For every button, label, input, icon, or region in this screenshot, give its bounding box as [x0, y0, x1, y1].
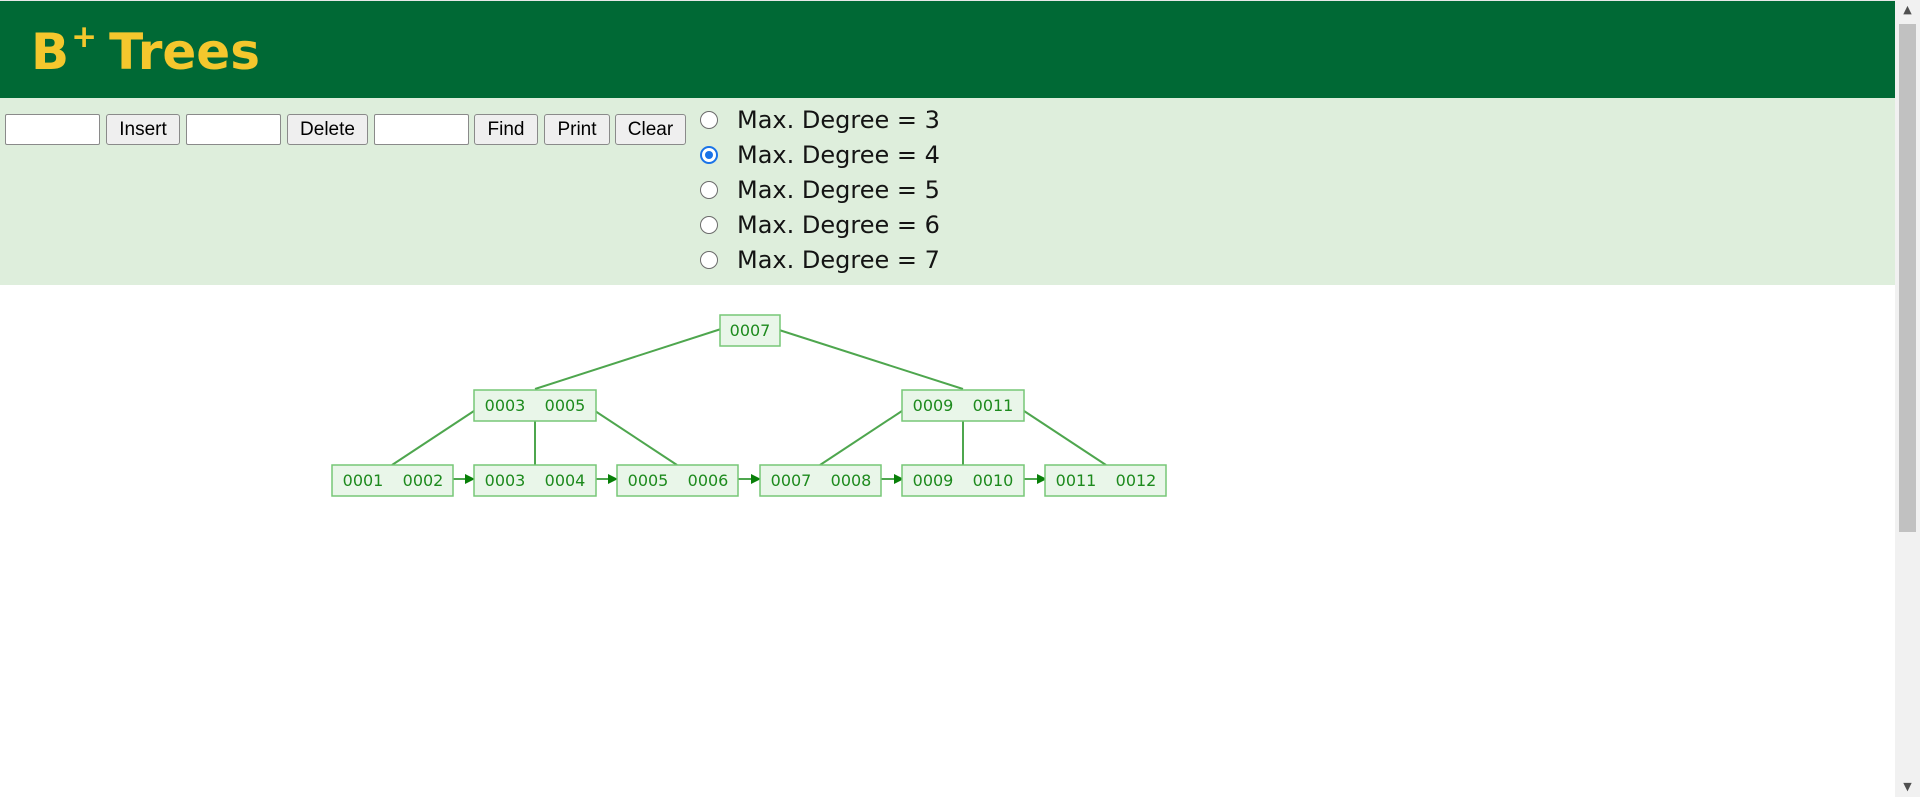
node-key: 0003: [485, 396, 526, 415]
leaf-node: 0003 0004: [473, 464, 597, 497]
leaf-node: 0011 0012: [1044, 464, 1167, 497]
node-key: 0003: [485, 471, 526, 490]
control-panel: Insert Delete Find Print Clear Max. Degr…: [0, 98, 1895, 285]
degree-label-5: Max. Degree = 5: [737, 176, 940, 204]
leaf-node: 0007 0008: [759, 464, 882, 497]
node-key: 0005: [628, 471, 669, 490]
degree-option-7[interactable]: Max. Degree = 7: [700, 243, 940, 277]
insert-button[interactable]: Insert: [106, 114, 180, 145]
clear-button[interactable]: Clear: [615, 114, 686, 145]
node-key: 0005: [545, 396, 586, 415]
vertical-scrollbar[interactable]: ▲ ▼: [1895, 0, 1920, 797]
root-node: 0007: [719, 314, 781, 347]
degree-option-4[interactable]: Max. Degree = 4: [700, 138, 940, 172]
tree-edge: [775, 328, 964, 390]
find-input[interactable]: [374, 114, 469, 145]
leaf-node: 0009 0010: [901, 464, 1025, 497]
header: B+ Trees: [0, 0, 1895, 98]
node-key: 0007: [730, 321, 771, 340]
delete-input[interactable]: [186, 114, 281, 145]
degree-option-5[interactable]: Max. Degree = 5: [700, 173, 940, 207]
node-key: 0004: [545, 471, 586, 490]
tree-edge: [391, 406, 481, 466]
node-key: 0001: [343, 471, 384, 490]
internal-node: 0009 0011: [901, 389, 1025, 422]
find-button[interactable]: Find: [474, 114, 538, 145]
node-key: 0007: [771, 471, 812, 490]
tree-edge: [534, 328, 722, 390]
degree-label-3: Max. Degree = 3: [737, 106, 940, 134]
node-key: 0011: [1056, 471, 1097, 490]
tree-edge: [1017, 406, 1107, 466]
leaf-node: 0001 0002: [331, 464, 454, 497]
page: B+ Trees Insert Delete Find Print Clear M…: [0, 0, 1895, 797]
scroll-up-icon[interactable]: ▲: [1895, 0, 1920, 20]
node-key: 0002: [403, 471, 444, 490]
delete-button[interactable]: Delete: [287, 114, 368, 145]
node-key: 0009: [913, 396, 954, 415]
degree-radio-5[interactable]: [700, 181, 718, 199]
tree-edge: [588, 406, 678, 466]
degree-radio-3[interactable]: [700, 111, 718, 129]
insert-input[interactable]: [5, 114, 100, 145]
internal-node: 0003 0005: [473, 389, 597, 422]
node-key: 0012: [1116, 471, 1157, 490]
scroll-thumb[interactable]: [1899, 24, 1916, 532]
node-key: 0009: [913, 471, 954, 490]
node-key: 0006: [688, 471, 729, 490]
print-button[interactable]: Print: [544, 114, 610, 145]
leaf-node: 0005 0006: [616, 464, 739, 497]
node-key: 0008: [831, 471, 872, 490]
degree-radio-7[interactable]: [700, 251, 718, 269]
degree-label-4: Max. Degree = 4: [737, 141, 940, 169]
title-rest: Trees: [109, 23, 260, 81]
node-key: 0011: [973, 396, 1014, 415]
bplus-tree-canvas: 0007 0003 0005 0009 0011 0001 0002 0003 …: [331, 314, 1167, 497]
degree-option-6[interactable]: Max. Degree = 6: [700, 208, 940, 242]
degree-label-6: Max. Degree = 6: [737, 211, 940, 239]
page-title: B+ Trees: [31, 19, 260, 88]
degree-radio-4[interactable]: [700, 146, 718, 164]
title-superscript: +: [71, 19, 98, 55]
title-letter: B: [31, 23, 70, 81]
node-key: 0010: [973, 471, 1014, 490]
degree-option-3[interactable]: Max. Degree = 3: [700, 103, 940, 137]
scroll-down-icon[interactable]: ▼: [1895, 777, 1920, 797]
degree-label-7: Max. Degree = 7: [737, 246, 940, 274]
degree-radio-6[interactable]: [700, 216, 718, 234]
tree-edge: [819, 406, 909, 466]
